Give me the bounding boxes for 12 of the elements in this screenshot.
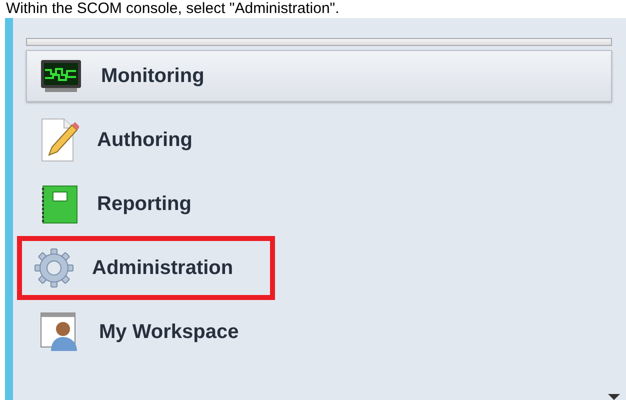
navigation-item[interactable]: Reporting	[26, 172, 612, 236]
instruction-text: Within the SCOM console, select "Administration".	[5, 0, 340, 18]
splitter-handle[interactable]	[26, 38, 612, 46]
notebook-icon	[39, 184, 79, 224]
document-pencil-icon	[39, 117, 79, 163]
dropdown-arrow-icon[interactable]	[608, 394, 620, 400]
navigation-item[interactable]: Monitoring	[26, 50, 612, 102]
navigation-item[interactable]: My Workspace	[26, 300, 612, 364]
gear-icon	[34, 248, 74, 288]
navigation-item[interactable]: Authoring	[26, 108, 612, 172]
navigation-item[interactable]: Administration	[17, 236, 275, 300]
monitor-icon	[39, 58, 83, 94]
